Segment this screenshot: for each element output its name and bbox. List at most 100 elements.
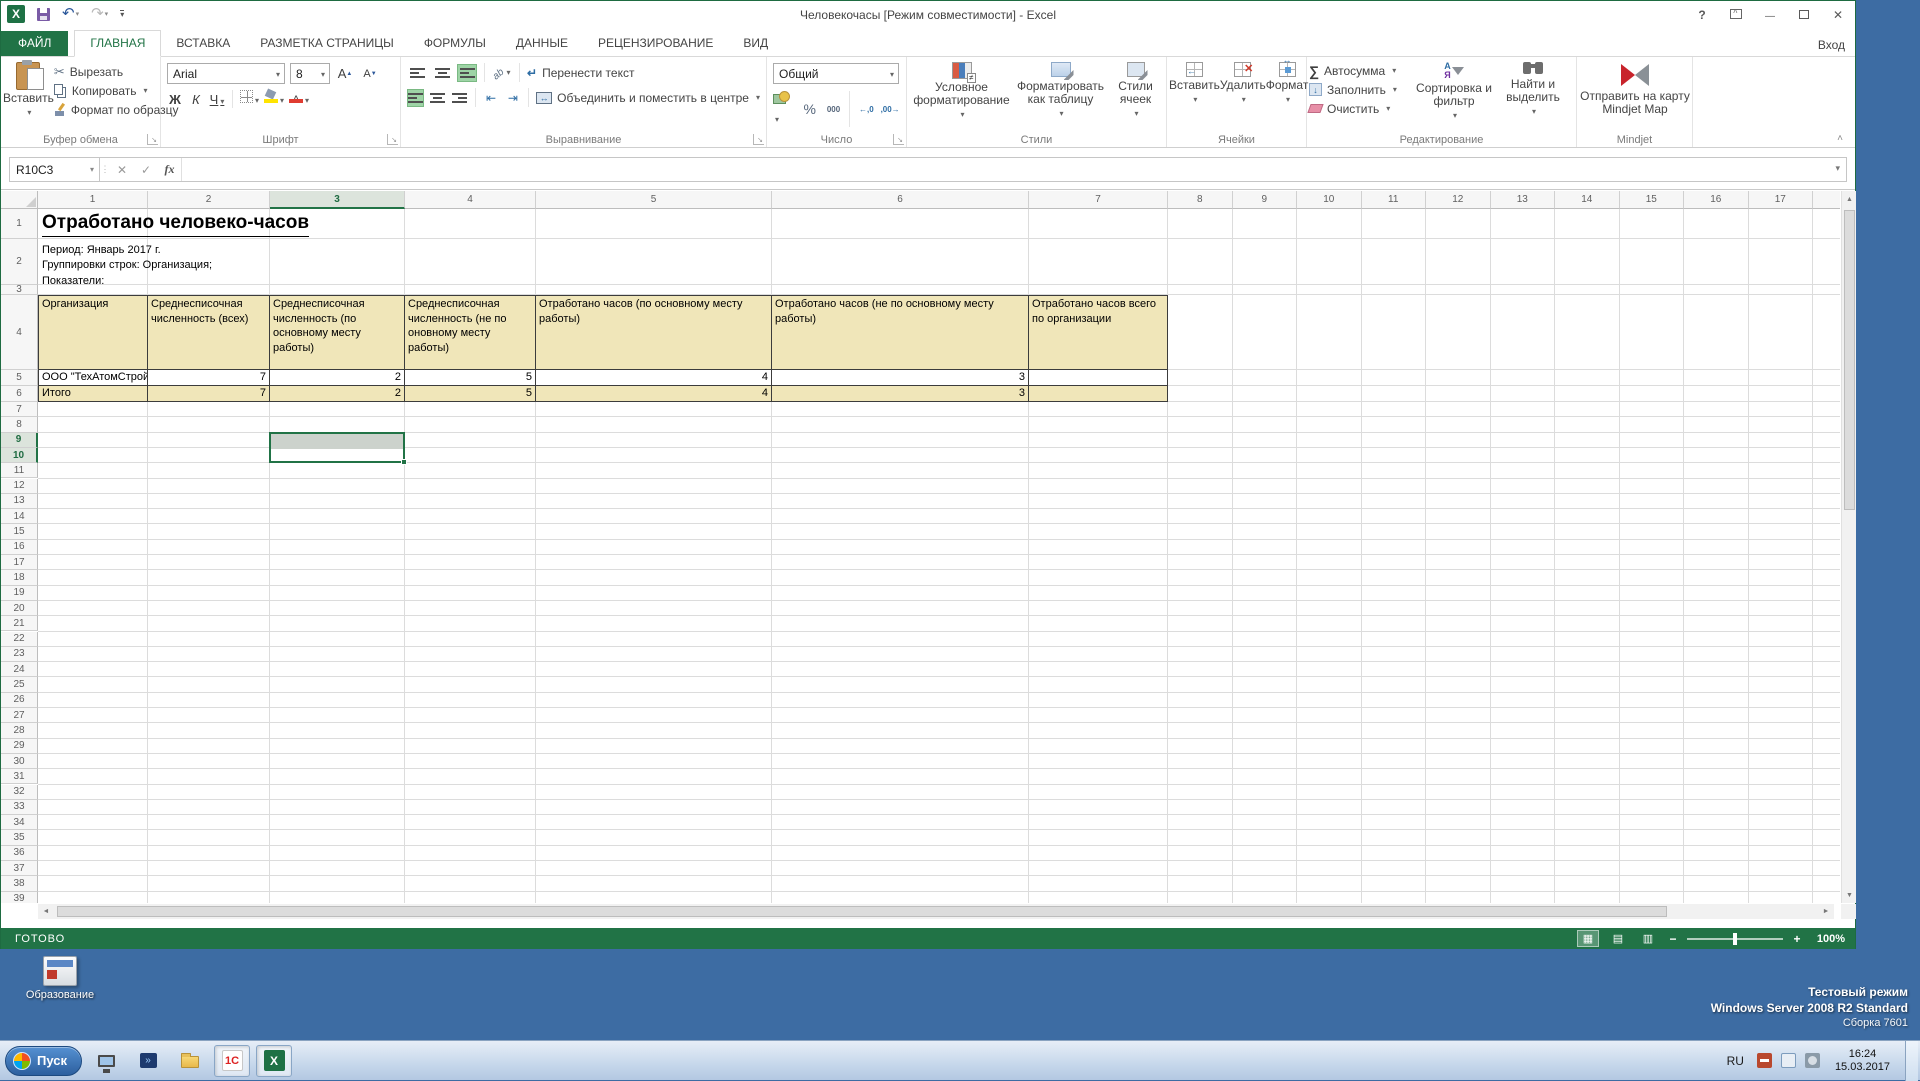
row-header-36[interactable]: 36 xyxy=(1,846,38,861)
row-header-17[interactable]: 17 xyxy=(1,555,38,570)
row-header-23[interactable]: 23 xyxy=(1,647,38,662)
fill-handle[interactable] xyxy=(401,459,407,465)
row-header-1[interactable]: 1 xyxy=(1,209,38,239)
help-icon[interactable] xyxy=(1693,8,1711,22)
collapse-ribbon-icon[interactable] xyxy=(1837,133,1843,144)
taskbar-app-button[interactable] xyxy=(130,1045,166,1077)
normal-view-icon[interactable]: ▦ xyxy=(1577,930,1599,947)
table-cell[interactable]: 4 xyxy=(536,386,772,402)
clear-button[interactable]: Очистить xyxy=(1309,99,1413,118)
cancel-entry-icon[interactable]: ✕ xyxy=(110,158,134,181)
table-cell[interactable]: ООО "ТехАтомСтрой" xyxy=(38,370,148,386)
column-header-17[interactable]: 17 xyxy=(1749,191,1814,209)
row-header-21[interactable]: 21 xyxy=(1,616,38,631)
customize-qat-icon[interactable] xyxy=(120,10,124,18)
row-header-4[interactable]: 4 xyxy=(1,295,38,370)
insert-cells-button[interactable]: Вставить xyxy=(1169,60,1220,106)
row-header-6[interactable]: 6 xyxy=(1,386,38,402)
table-cell[interactable] xyxy=(1029,370,1168,386)
page-layout-view-icon[interactable]: ▤ xyxy=(1607,930,1629,947)
borders-button[interactable] xyxy=(240,90,259,108)
row-header-30[interactable]: 30 xyxy=(1,754,38,769)
tab-insert[interactable]: ВСТАВКА xyxy=(161,31,245,56)
comma-style-icon[interactable] xyxy=(824,100,844,118)
align-top-button[interactable] xyxy=(407,64,427,82)
tab-review[interactable]: РЕЦЕНЗИРОВАНИЕ xyxy=(583,31,728,56)
redo-button[interactable] xyxy=(91,5,108,23)
tray-icon-2[interactable] xyxy=(1781,1053,1796,1068)
table-header-cell[interactable]: Организация xyxy=(38,295,148,370)
align-middle-button[interactable] xyxy=(432,64,452,82)
column-header-6[interactable]: 6 xyxy=(772,191,1029,209)
tab-home[interactable]: ГЛАВНАЯ xyxy=(74,30,161,57)
table-cell[interactable]: 7 xyxy=(148,386,270,402)
table-cell[interactable] xyxy=(1029,386,1168,402)
row-header-5[interactable]: 5 xyxy=(1,370,38,386)
row-header-26[interactable]: 26 xyxy=(1,693,38,708)
undo-button[interactable] xyxy=(62,5,79,23)
format-cells-button[interactable]: Формат xyxy=(1266,60,1309,106)
scroll-right-icon[interactable]: ► xyxy=(1818,904,1834,919)
font-dialog-launcher-icon[interactable] xyxy=(387,134,398,145)
column-header-12[interactable]: 12 xyxy=(1426,191,1491,209)
table-cell[interactable]: 3 xyxy=(772,386,1029,402)
table-header-cell[interactable]: Среднесписочная численность (по основном… xyxy=(270,295,405,370)
tray-clock[interactable]: 16:24 15.03.2017 xyxy=(1835,1048,1890,1074)
zoom-slider[interactable] xyxy=(1687,938,1783,940)
column-header-8[interactable]: 8 xyxy=(1168,191,1233,209)
tab-view[interactable]: ВИД xyxy=(728,31,783,56)
column-header-9[interactable]: 9 xyxy=(1233,191,1298,209)
start-button[interactable]: Пуск xyxy=(5,1046,82,1076)
ribbon-display-options-button[interactable] xyxy=(1727,8,1745,22)
row-header-27[interactable]: 27 xyxy=(1,708,38,723)
report-title[interactable]: Отработано человеко-часов xyxy=(42,211,309,237)
fill-color-button[interactable] xyxy=(264,90,284,108)
save-icon[interactable] xyxy=(37,8,50,21)
row-header-20[interactable]: 20 xyxy=(1,601,38,616)
increase-indent-icon[interactable] xyxy=(504,89,521,107)
send-to-mindjet-button[interactable]: Отправить на карту Mindjet Map xyxy=(1579,60,1691,116)
minimize-button[interactable] xyxy=(1761,8,1779,22)
shrink-font-icon[interactable] xyxy=(360,65,380,83)
zoom-slider-thumb[interactable] xyxy=(1733,933,1737,945)
column-header-3[interactable]: 3 xyxy=(270,191,405,209)
table-cell[interactable]: 2 xyxy=(270,370,405,386)
row-header-14[interactable]: 14 xyxy=(1,509,38,524)
selection-inactive-cell[interactable] xyxy=(271,434,403,449)
align-bottom-button[interactable] xyxy=(457,64,477,82)
tab-file[interactable]: ФАЙЛ xyxy=(1,31,68,56)
row-header-9[interactable]: 9 xyxy=(1,433,38,448)
alignment-dialog-launcher-icon[interactable] xyxy=(753,134,764,145)
row-header-15[interactable]: 15 xyxy=(1,524,38,539)
underline-button[interactable]: Ч xyxy=(209,92,225,107)
column-header-13[interactable]: 13 xyxy=(1491,191,1556,209)
row-header-24[interactable]: 24 xyxy=(1,662,38,677)
number-dialog-launcher-icon[interactable] xyxy=(893,134,904,145)
page-break-view-icon[interactable]: ▥ xyxy=(1637,930,1659,947)
scroll-down-icon[interactable]: ▼ xyxy=(1842,887,1857,903)
column-header-18[interactable]: 18 xyxy=(1813,191,1840,209)
table-cell[interactable]: 5 xyxy=(405,386,536,402)
row-header-16[interactable]: 16 xyxy=(1,540,38,555)
horizontal-scrollbar[interactable]: ◄ ► xyxy=(38,904,1834,919)
row-header-18[interactable]: 18 xyxy=(1,570,38,585)
row-header-29[interactable]: 29 xyxy=(1,739,38,754)
table-header-cell[interactable]: Среднесписочная численность (всех) xyxy=(148,295,270,370)
zoom-level[interactable]: 100% xyxy=(1811,933,1845,945)
row-header-35[interactable]: 35 xyxy=(1,830,38,845)
bold-button[interactable]: Ж xyxy=(167,92,183,107)
excel-app-icon[interactable] xyxy=(7,5,25,23)
sign-in-link[interactable]: Вход xyxy=(1818,38,1845,52)
copy-button[interactable]: Копировать xyxy=(54,81,179,100)
row-header-10[interactable]: 10 xyxy=(1,448,38,463)
format-as-table-button[interactable]: Форматировать как таблицу xyxy=(1015,60,1107,121)
column-header-15[interactable]: 15 xyxy=(1620,191,1685,209)
accounting-format-button[interactable] xyxy=(773,91,796,127)
grow-font-icon[interactable] xyxy=(335,65,355,83)
orientation-button[interactable] xyxy=(492,64,512,82)
autosum-button[interactable]: Автосумма xyxy=(1309,61,1413,80)
tab-data[interactable]: ДАННЫЕ xyxy=(501,31,583,56)
zoom-in-icon[interactable]: + xyxy=(1791,932,1803,946)
format-painter-button[interactable]: Формат по образцу xyxy=(54,100,179,119)
column-header-5[interactable]: 5 xyxy=(536,191,772,209)
